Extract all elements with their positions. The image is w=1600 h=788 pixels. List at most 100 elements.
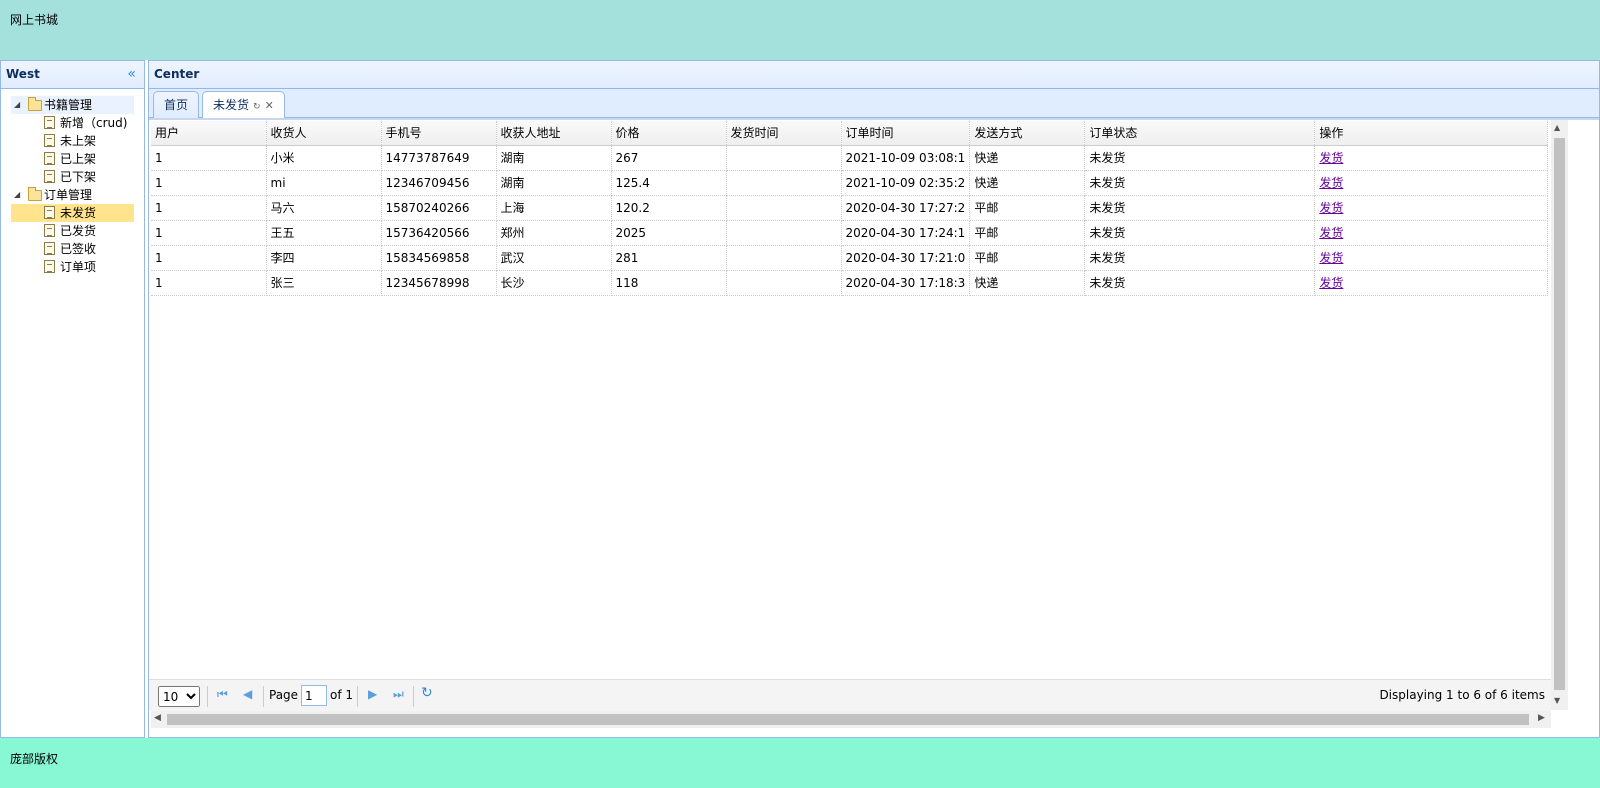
page-number-input[interactable] [301,685,327,706]
scroll-up-icon[interactable]: ▲ [1554,123,1560,132]
ship-link[interactable]: 发货 [1319,201,1343,215]
table-row[interactable]: 1 王五 15736420566 郑州 2025 2020-04-30 17:24:1 平邮… [151,220,1549,246]
column-header[interactable]: 发送方式 [969,121,1086,146]
tree-node-order-items[interactable]: 订单项 [11,258,134,276]
tree-node-unshipped[interactable]: 未发货 [11,204,134,222]
column-header[interactable]: 收货人 [266,121,382,146]
tree-node-signed[interactable]: 已签收 [11,240,134,258]
tree-node-shipped[interactable]: 已发货 [11,222,134,240]
table-cell: 1 [151,195,267,221]
column-header[interactable]: 手机号 [381,121,497,146]
file-icon [44,224,55,237]
orders-table: 用户 收货人 手机号 收获人地址 价格 发货时间 订单时间 发送方式 订单状态 操作 1 小米 147… [151,121,1549,296]
tree-node-unlisted[interactable]: 未上架 [11,132,134,150]
first-page-icon[interactable]: ⏮ [217,687,228,702]
table-cell: 李四 [266,245,382,271]
table-cell: 马六 [266,195,382,221]
column-header[interactable]: 收获人地址 [496,121,612,146]
expand-arrow-icon[interactable]: ◢ [14,186,20,204]
table-row[interactable]: 1 小米 14773787649 湖南 267 2021-10-09 03:08:1 快递未… [151,145,1549,171]
tab-content: 用户 收货人 手机号 收获人地址 价格 发货时间 订单时间 发送方式 订单状态 操作 1 小米 147… [149,118,1599,737]
table-cell: 14773787649 [381,145,497,171]
table-cell: 2020-04-30 17:27:2 [841,195,971,221]
column-header[interactable]: 用户 [151,121,267,146]
column-header[interactable]: 订单状态 [1084,121,1316,146]
table-cell [726,145,842,171]
table-row[interactable]: 1 李四 15834569858 武汉 281 2020-04-30 17:21:0 平邮未… [151,245,1549,271]
scroll-thumb[interactable] [167,714,1529,725]
table-cell: 小米 [266,145,382,171]
center-panel: Center 首页 未发货 ↻ ✕ 用户 收货人 手机号 收获人地址 价格 发货时间 订单时间发… [148,60,1600,738]
table-cell: 15834569858 [381,245,497,271]
tab-refresh-icon[interactable]: ↻ [253,102,261,112]
tree-node-label: 订单项 [60,260,97,274]
divider [207,686,208,707]
scroll-right-icon[interactable]: ▶ [1538,713,1545,723]
scroll-thumb[interactable] [1554,138,1565,690]
tree-node-order-management[interactable]: ◢ 订单管理 [11,186,134,204]
table-row[interactable]: 1 张三 12345678998 长沙 118 2020-04-30 17:18:3 快递未… [151,270,1549,296]
close-icon[interactable]: ✕ [265,99,274,112]
divider [357,686,358,707]
table-cell: 12346709456 [381,170,497,196]
ship-link[interactable]: 发货 [1319,276,1343,290]
file-icon [44,170,55,183]
table-cell: 1 [151,270,267,296]
tab-label: 首页 [164,98,189,112]
column-header[interactable]: 订单时间 [841,121,971,146]
table-cell: 120.2 [611,195,727,221]
collapse-left-icon[interactable]: « [127,66,136,82]
page-size-select[interactable]: 10 [158,686,200,707]
table-row[interactable]: 1 mi 12346709456 湖南 125.4 2021-10-09 02:35:2 快… [151,170,1549,196]
page-label: Page [269,688,299,702]
file-icon [44,260,55,273]
table-cell: 发货 [1314,220,1549,246]
file-icon [44,206,55,219]
table-cell: 郑州 [496,220,612,246]
file-icon [44,116,55,129]
ship-link[interactable]: 发货 [1319,176,1343,190]
scroll-down-icon[interactable]: ▼ [1554,696,1560,705]
table-cell: 平邮 [969,245,1086,271]
ship-link[interactable]: 发货 [1319,151,1343,165]
table-cell: 未发货 [1084,245,1316,271]
horizontal-scrollbar[interactable]: ◀ ▶ [151,711,1551,728]
column-header[interactable]: 发货时间 [726,121,842,146]
center-panel-header: Center [149,61,1599,89]
table-cell: 快递 [969,170,1086,196]
tree-node-book-management[interactable]: ◢ 书籍管理 [11,96,134,114]
vertical-scrollbar[interactable]: ▲ ▼ [1551,120,1568,710]
tab-unshipped[interactable]: 未发货 ↻ ✕ [202,91,285,119]
tree-node-listed[interactable]: 已上架 [11,150,134,168]
column-header[interactable]: 价格 [611,121,727,146]
tree-node-delisted[interactable]: 已下架 [11,168,134,186]
scroll-left-icon[interactable]: ◀ [154,713,161,723]
tree-node-add-book[interactable]: 新增（crud) [11,114,134,132]
expand-arrow-icon[interactable]: ◢ [14,96,20,114]
tree-node-label: 已签收 [60,242,97,256]
site-title: 网上书城 [10,13,59,27]
table-cell: 15736420566 [381,220,497,246]
column-header[interactable]: 操作 [1314,121,1549,146]
last-page-icon[interactable]: ⏭ [393,687,404,702]
pagination-info: Displaying 1 to 6 of 6 items [1379,688,1545,702]
table-cell: 2020-04-30 17:18:3 [841,270,971,296]
table-cell: 2020-04-30 17:21:0 [841,245,971,271]
tree-node-label: 未发货 [60,206,97,220]
tab-home[interactable]: 首页 [153,91,200,118]
tree-node-label: 已上架 [60,152,97,166]
table-cell [726,170,842,196]
table-cell: 15870240266 [381,195,497,221]
table-cell: 125.4 [611,170,727,196]
ship-link[interactable]: 发货 [1319,226,1343,240]
refresh-icon[interactable]: ↻ [421,685,433,701]
ship-link[interactable]: 发货 [1319,251,1343,265]
table-cell: 发货 [1314,170,1549,196]
prev-page-icon[interactable]: ◀ [243,687,252,701]
folder-open-icon [28,187,42,201]
next-page-icon[interactable]: ▶ [368,687,377,701]
table-row[interactable]: 1 马六 15870240266 上海 120.2 2020-04-30 17:27:2 平… [151,195,1549,221]
table-cell: 1 [151,170,267,196]
table-cell: 快递 [969,270,1086,296]
copyright-text: 庞部版权 [10,752,59,766]
